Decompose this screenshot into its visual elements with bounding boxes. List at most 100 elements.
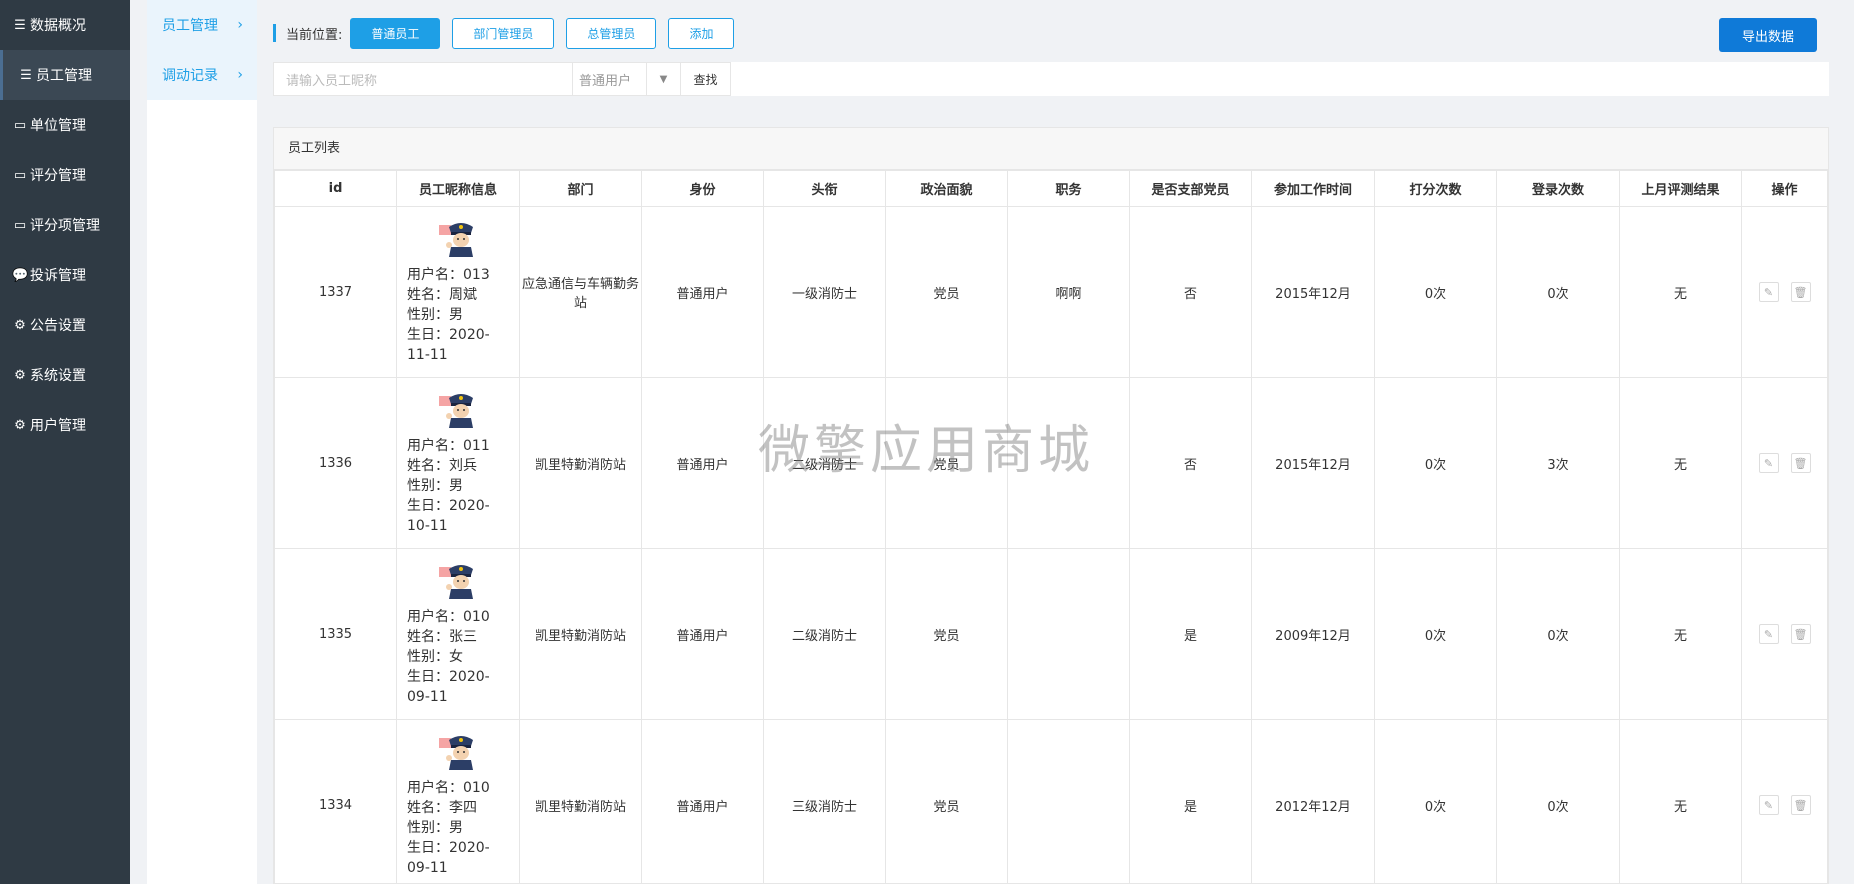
column-header: 操作 [1741,170,1828,207]
main-sidebar: ☰ 数据概况 ☰ 员工管理 ▭ 单位管理 ▭ 评分管理 ▭ 评分项管理 💬 投诉管理 ⚙ 公告设置 ⚙ 系统设… [0,0,130,884]
cell-title: 一级消防士 [763,206,886,378]
tab-0[interactable]: 普通员工 [350,17,441,49]
submenu-item-1[interactable]: 调动记录 › [147,50,257,100]
column-header: 参加工作时间 [1251,170,1375,207]
cell-title: 二级消防士 [763,377,886,549]
cell-dept: 凯里特勤消防站 [519,548,642,720]
cell-party-member: 是 [1129,719,1252,884]
column-header: 登录次数 [1496,170,1620,207]
sidebar-item-5[interactable]: 💬 投诉管理 [0,250,130,300]
info-line: 生日：2020-10-11 [407,498,490,534]
operations: ✎ 🗑 [1742,795,1827,815]
panel-title: 员工列表 [274,128,1828,170]
sidebar-item-7[interactable]: ⚙ 系统设置 [0,350,130,400]
info-line: 用户名：013 [407,267,490,283]
info-line: 性别：男 [407,820,463,836]
sidebar-item-label: 用户管理 [30,418,86,434]
delete-trash-icon[interactable]: 🗑 [1790,282,1811,302]
caret-down-icon[interactable]: ▼ [646,62,680,96]
operations: ✎ 🗑 [1742,453,1827,473]
employee-info-cell: 用户名：010 姓名：张三 性别：女 生日：2020-09-11 [396,548,520,720]
edit-pencil-icon[interactable]: ✎ [1758,624,1779,644]
submenu-item-0[interactable]: 员工管理 › [147,0,257,50]
submenu-item-label: 调动记录 [162,68,218,84]
id-card-icon: ▭ [13,217,27,233]
cell-duty [1007,548,1130,720]
cell-last-result: 无 [1619,548,1742,720]
info-line: 姓名：张三 [407,629,477,645]
avatar [439,223,473,257]
cell-work-time: 2015年12月 [1251,377,1375,549]
cell-score-count: 0次 [1374,548,1497,720]
table-header-row: id 员工昵称信息 部门 身份 头衔 政治面貌 职务 是否支部党员 参加工作时间 打分次数 登录次数… [274,170,1828,207]
role-select-value: 普通用户 [579,73,632,89]
employee-info-cell: 用户名：013 姓名：周斌 性别：男 生日：2020-11-11 [396,206,520,378]
cell-last-result: 无 [1619,377,1742,549]
cell-score-count: 0次 [1374,206,1497,378]
export-data-button[interactable]: 导出数据 [1719,18,1817,52]
sidebar-item-8[interactable]: ⚙ 用户管理 [0,400,130,450]
column-header: 政治面貌 [885,170,1008,207]
sidebar-item-label: 评分管理 [30,168,86,184]
cell-party-member: 否 [1129,377,1252,549]
chevron-right-icon: › [237,17,243,33]
column-header: 头衔 [763,170,886,207]
sidebar-item-3[interactable]: ▭ 评分管理 [0,150,130,200]
sidebar-item-label: 数据概况 [30,18,86,34]
info-line: 用户名：010 [407,609,490,625]
edit-pencil-icon[interactable]: ✎ [1758,795,1779,815]
cell-id: 1336 [274,377,397,549]
column-header: 身份 [641,170,764,207]
tab-3[interactable]: 添加 [668,17,735,49]
info-line: 姓名：李四 [407,800,477,816]
cell-political: 党员 [885,377,1008,549]
gear-icon: ⚙ [14,417,26,433]
submenu-item-label: 员工管理 [162,18,218,34]
sidebar-item-label: 员工管理 [36,68,92,84]
cell-title: 三级消防士 [763,719,886,884]
avatar [439,736,473,770]
operations: ✎ 🗑 [1742,282,1827,302]
employee-info-cell: 用户名：010 姓名：李四 性别：男 生日：2020-09-11 [396,719,520,884]
breadcrumb-label: 当前位置: [286,27,343,43]
id-card-icon: ▭ [13,117,27,133]
column-header: 是否支部党员 [1129,170,1252,207]
cell-title: 二级消防士 [763,548,886,720]
sidebar-item-label: 系统设置 [30,368,86,384]
column-header: 部门 [519,170,642,207]
tab-1[interactable]: 部门管理员 [452,17,555,49]
search-button[interactable]: 查找 [681,62,731,96]
info-line: 姓名：刘兵 [407,458,477,474]
cell-political: 党员 [885,719,1008,884]
info-line: 用户名：010 [407,780,490,796]
column-header: 员工昵称信息 [396,170,520,207]
column-header: id [274,170,397,207]
search-input[interactable]: 请输入员工昵称 [273,62,573,96]
delete-trash-icon[interactable]: 🗑 [1790,795,1811,815]
edit-pencil-icon[interactable]: ✎ [1758,453,1779,473]
cell-party-member: 是 [1129,548,1252,720]
sidebar-item-2[interactable]: ▭ 单位管理 [0,100,130,150]
sidebar-item-6[interactable]: ⚙ 公告设置 [0,300,130,350]
sidebar-item-0[interactable]: ☰ 数据概况 [0,0,130,50]
breadcrumb-marker [273,24,276,42]
sidebar-item-1[interactable]: ☰ 员工管理 [0,50,130,100]
avatar [439,565,473,599]
operations-cell: ✎ 🗑 [1741,548,1828,720]
delete-trash-icon[interactable]: 🗑 [1790,624,1811,644]
sidebar-item-4[interactable]: ▭ 评分项管理 [0,200,130,250]
cell-party-member: 否 [1129,206,1252,378]
cell-last-result: 无 [1619,719,1742,884]
sidebar-item-label: 单位管理 [30,118,86,134]
cell-duty: 啊啊 [1007,206,1130,378]
edit-pencil-icon[interactable]: ✎ [1758,282,1779,302]
role-select[interactable]: 普通用户 ▼ [573,62,681,96]
delete-trash-icon[interactable]: 🗑 [1790,453,1811,473]
cell-last-result: 无 [1619,206,1742,378]
cell-work-time: 2015年12月 [1251,206,1375,378]
table-row: 1335 用户名：010 姓名：张三 性别：女 生日：2020-09-11 凯里特勤消防站… [274,548,1828,720]
info-line: 性别：男 [407,307,463,323]
tab-2[interactable]: 总管理员 [566,17,657,49]
main-content: 当前位置: 普通员工 部门管理员 总管理员 添加 导出数据 请输入员工昵称 普通用户 … [273,0,1829,884]
column-header: 职务 [1007,170,1130,207]
